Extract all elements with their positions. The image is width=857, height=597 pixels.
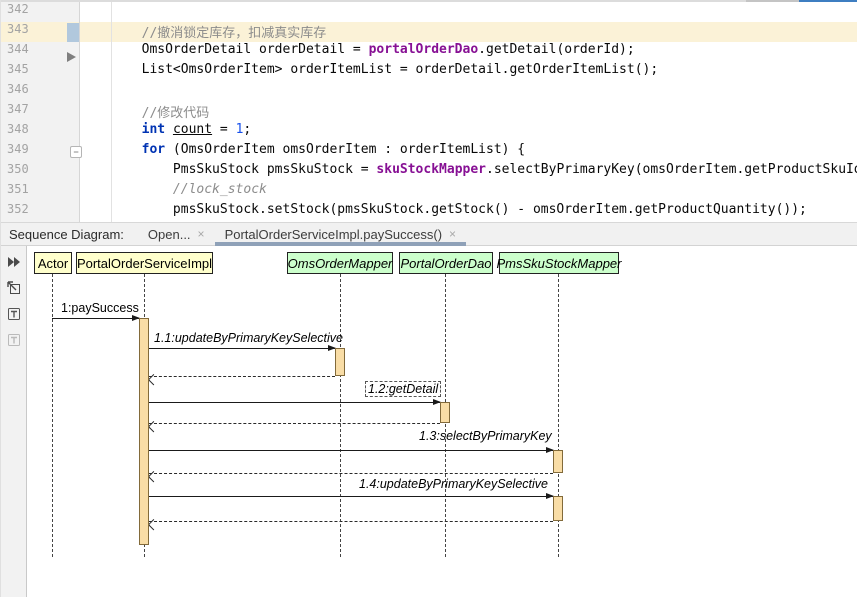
line-number: 351 — [1, 182, 79, 202]
activation-bar — [553, 496, 563, 521]
participant-Actor[interactable]: Actor — [34, 252, 72, 274]
line-number: 342 — [1, 2, 79, 22]
code-line[interactable]: 347 //修改代码 — [1, 102, 857, 122]
sequence-diagram-tab-bar: Sequence Diagram: Open...×PortalOrderSer… — [1, 222, 857, 246]
code-token: (OmsOrderItem omsOrderItem : orderItemLi… — [165, 142, 525, 157]
line-number: 345 — [1, 62, 79, 82]
code-text: //修改代码 — [79, 102, 209, 122]
line-number: 352 — [1, 202, 79, 222]
message-call-1:paySuccess — [52, 318, 139, 319]
code-token: for — [142, 142, 165, 157]
export-text-icon[interactable] — [5, 305, 23, 323]
code-token: //修改代码 — [79, 106, 209, 121]
code-text: PmsSkuStock pmsSkuStock = skuStockMapper… — [79, 162, 857, 182]
line-change-marker — [67, 23, 79, 42]
code-text: //lock_stock — [79, 182, 267, 202]
code-text: pmsSkuStock.setStock(pmsSkuStock.getStoc… — [79, 202, 807, 222]
code-token: //lock_stock — [173, 182, 267, 197]
sequence-diagram-panel: 1:paySuccess 1.1:updateByPrimaryKeySelect… — [1, 246, 857, 597]
code-line[interactable]: 348 int count = 1; — [1, 122, 857, 142]
code-text: for (OmsOrderItem omsOrderItem : orderIt… — [79, 142, 525, 162]
execution-point-icon[interactable] — [67, 52, 76, 62]
code-token — [79, 182, 173, 197]
code-token: .selectByPrimaryKey(omsOrderItem.getProd… — [486, 162, 857, 177]
code-token: //撤消锁定库存，扣减真实库存 — [79, 26, 326, 41]
export-text-disabled-icon — [5, 331, 23, 349]
line-number: 348 — [1, 122, 79, 142]
message-return-1.1:updateByPrimaryKeySelective — [149, 376, 335, 377]
code-line[interactable]: 349 for (OmsOrderItem omsOrderItem : ord… — [1, 142, 857, 162]
diagram-canvas[interactable]: 1:paySuccess 1.1:updateByPrimaryKeySelect… — [27, 246, 857, 597]
code-line[interactable]: 343 //撤消锁定库存，扣减真实库存 — [1, 22, 857, 42]
code-token: PmsSkuStock pmsSkuStock = — [79, 162, 376, 177]
code-line[interactable]: 352 pmsSkuStock.setStock(pmsSkuStock.get… — [1, 202, 857, 222]
code-line[interactable]: 351 //lock_stock — [1, 182, 857, 202]
lifeline-OmsOrderMapper — [340, 274, 341, 557]
message-return-1.3:selectByPrimaryKey — [149, 473, 553, 474]
code-token: .getDetail(orderId); — [478, 42, 635, 57]
code-token: ; — [243, 122, 251, 137]
message-call-1.4:updateByPrimaryKeySelective — [149, 496, 553, 497]
tab-label: PortalOrderServiceImpl.paySuccess() — [225, 227, 442, 242]
message-return-1.2:getDetail — [149, 423, 440, 424]
activation-bar — [139, 318, 149, 545]
tab-close-icon[interactable]: × — [198, 227, 205, 241]
line-number: 346 — [1, 82, 79, 102]
code-token: portalOrderDao — [369, 42, 479, 57]
message-label[interactable]: 1.4:updateByPrimaryKeySelective — [359, 477, 548, 491]
lifeline-Actor — [52, 274, 53, 557]
tab-label: Open... — [148, 227, 191, 242]
export-image-icon[interactable] — [5, 279, 23, 297]
code-line[interactable]: 346 — [1, 82, 857, 102]
code-editor[interactable]: 342343 //撤消锁定库存，扣减真实库存344 OmsOrderDetail… — [1, 2, 857, 222]
message-label[interactable]: 1.3:selectByPrimaryKey — [419, 429, 552, 443]
line-number: 350 — [1, 162, 79, 182]
code-token: pmsSkuStock.setStock(pmsSkuStock.getStoc… — [79, 202, 807, 217]
fast-forward-icon[interactable] — [5, 253, 23, 271]
code-token: List<OmsOrderItem> orderItemList = order… — [79, 62, 658, 77]
code-line[interactable]: 345 List<OmsOrderItem> orderItemList = o… — [1, 62, 857, 82]
diagram-tab-0[interactable]: Open... × — [138, 223, 215, 245]
line-number: 347 — [1, 102, 79, 122]
message-call-1.1:updateByPrimaryKeySelective — [149, 348, 335, 349]
code-text: OmsOrderDetail orderDetail = portalOrder… — [79, 42, 635, 62]
participant-PmsSkuStockMapper[interactable]: PmsSkuStockMapper — [499, 252, 619, 274]
code-token: skuStockMapper — [376, 162, 486, 177]
code-line[interactable]: 350 PmsSkuStock pmsSkuStock = skuStockMa… — [1, 162, 857, 182]
indent-guide — [111, 2, 112, 222]
message-label[interactable]: 1.2:getDetail — [365, 381, 441, 397]
panel-title: Sequence Diagram: — [9, 227, 124, 242]
tab-close-icon[interactable]: × — [449, 227, 456, 241]
message-label[interactable]: 1.1:updateByPrimaryKeySelective — [154, 331, 343, 345]
activation-bar — [553, 450, 563, 473]
code-token: int — [142, 122, 173, 137]
code-token: = — [212, 122, 235, 137]
activation-bar — [335, 348, 345, 376]
diagram-toolbar — [1, 246, 27, 597]
participant-PortalOrderServiceImpl[interactable]: PortalOrderServiceImpl — [76, 252, 213, 274]
participant-OmsOrderMapper[interactable]: OmsOrderMapper — [287, 252, 393, 274]
line-number: 349 — [1, 142, 79, 162]
code-token: count — [173, 122, 212, 137]
participant-PortalOrderDao[interactable]: PortalOrderDao — [399, 252, 493, 274]
activation-bar — [440, 402, 450, 423]
code-token: OmsOrderDetail orderDetail = — [79, 42, 369, 57]
message-return-1.4:updateByPrimaryKeySelective — [149, 521, 553, 522]
code-fold-icon[interactable]: − — [70, 146, 82, 158]
code-text: //撤消锁定库存，扣减真实库存 — [79, 22, 326, 42]
message-label[interactable]: 1:paySuccess — [61, 301, 139, 315]
code-text: List<OmsOrderItem> orderItemList = order… — [79, 62, 658, 82]
message-call-1.2:getDetail — [149, 402, 440, 403]
gutter-border — [79, 2, 80, 222]
code-lines: 342343 //撤消锁定库存，扣减真实库存344 OmsOrderDetail… — [1, 2, 857, 222]
code-text: int count = 1; — [79, 122, 251, 142]
message-call-1.3:selectByPrimaryKey — [149, 450, 553, 451]
code-line[interactable]: 344 OmsOrderDetail orderDetail = portalO… — [1, 42, 857, 62]
code-line[interactable]: 342 — [1, 2, 857, 22]
ide-window: 342343 //撤消锁定库存，扣减真实库存344 OmsOrderDetail… — [0, 0, 857, 597]
diagram-tab-1[interactable]: PortalOrderServiceImpl.paySuccess() × — [215, 223, 466, 245]
